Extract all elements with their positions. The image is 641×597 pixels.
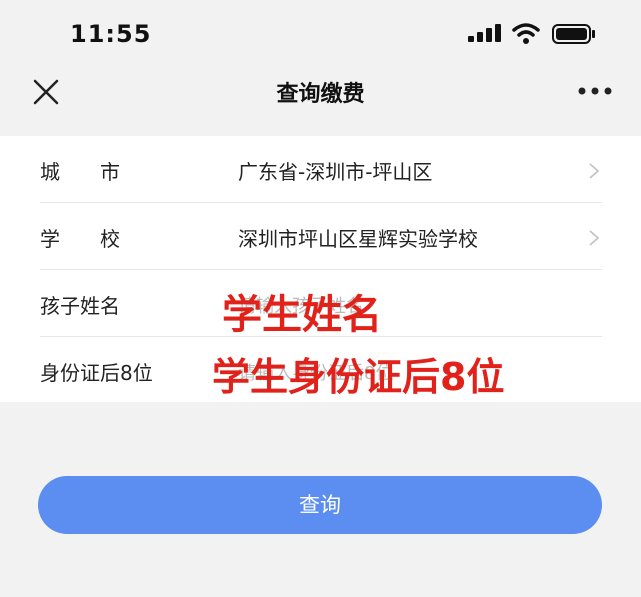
- status-bar: 11:55: [0, 0, 641, 62]
- id-label: 身份证后8位: [40, 361, 153, 385]
- status-time: 11:55: [70, 20, 152, 48]
- page-title: 查询缴费: [276, 82, 365, 107]
- city-value[interactable]: 广东省-深圳市-坪山区: [238, 156, 432, 185]
- nav-bar: 查询缴费: [0, 62, 641, 122]
- signal-icon: [468, 24, 501, 42]
- city-label: 城 市: [40, 160, 120, 184]
- annotation-id: 学生身份证后8位: [212, 355, 505, 399]
- school-value[interactable]: 深圳市坪山区星辉实验学校: [238, 223, 478, 252]
- school-row[interactable]: 学 校 深圳市坪山区星辉实验学校: [0, 203, 641, 269]
- annotation-name: 学生姓名: [222, 292, 382, 338]
- child-name-label: 孩子姓名: [40, 294, 120, 318]
- chevron-right-icon: [589, 230, 600, 246]
- school-label: 学 校: [40, 227, 120, 251]
- more-icon[interactable]: [578, 84, 612, 98]
- wifi-icon: [512, 23, 540, 44]
- query-button[interactable]: 查询: [38, 476, 602, 534]
- city-row[interactable]: 城 市 广东省-深圳市-坪山区: [0, 136, 641, 202]
- chevron-right-icon: [589, 163, 600, 179]
- battery-icon: [552, 24, 595, 44]
